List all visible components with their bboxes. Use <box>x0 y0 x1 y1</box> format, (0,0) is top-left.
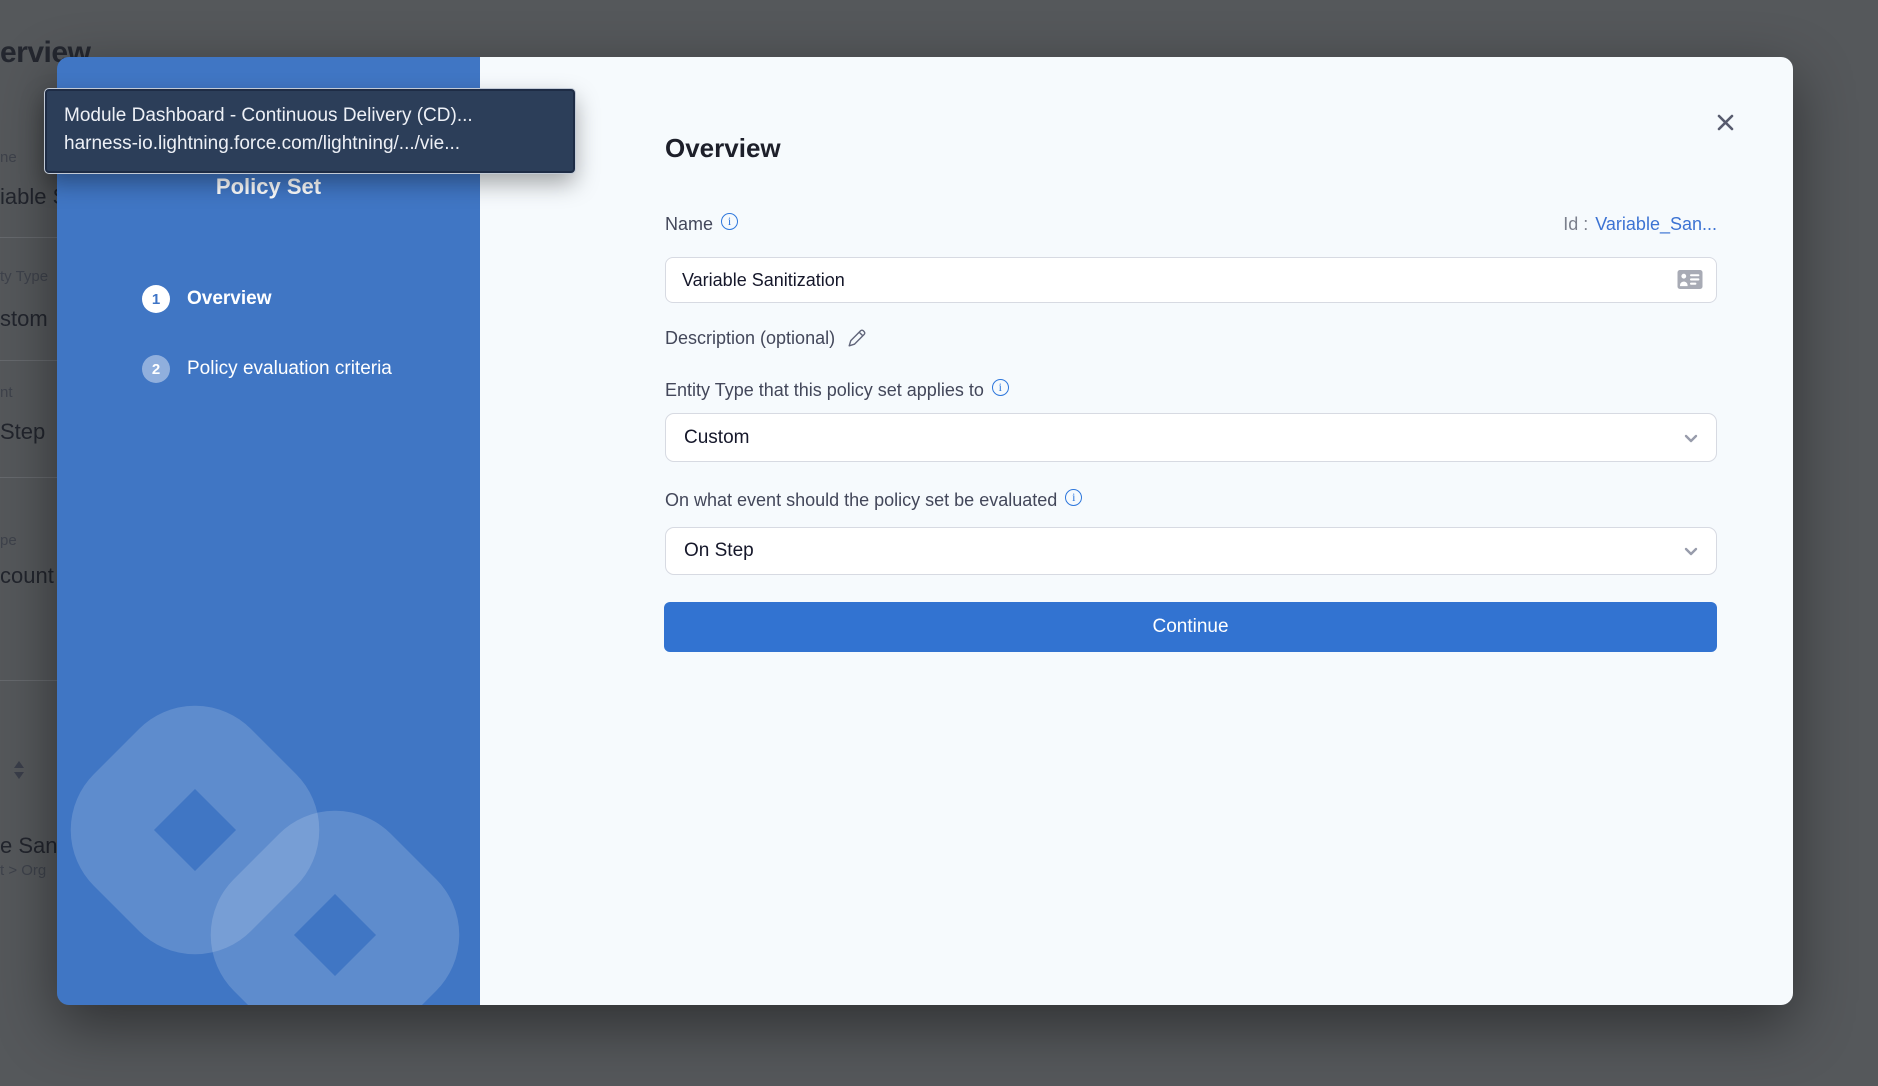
wizard-sidebar: Policy Set 1 Overview 2 Policy evaluatio… <box>57 57 480 1005</box>
event-label: On what event should the policy set be e… <box>665 490 1057 511</box>
tooltip-url: harness-io.lightning.force.com/lightning… <box>64 130 556 158</box>
overview-form-panel: Overview Name i Id : Variable_San... <box>480 57 1793 1005</box>
info-icon[interactable]: i <box>1065 489 1082 506</box>
wizard-title: Policy Set <box>57 174 480 200</box>
entity-type-select[interactable]: Custom <box>665 413 1717 462</box>
continue-button[interactable]: Continue <box>664 602 1717 652</box>
event-select[interactable]: On Step <box>665 527 1717 575</box>
info-icon[interactable]: i <box>721 213 738 230</box>
divider <box>0 477 57 478</box>
event-field-header: On what event should the policy set be e… <box>665 490 1082 511</box>
bg-field-label: nt <box>0 384 13 401</box>
bg-field-label: pe <box>0 532 17 549</box>
chevron-down-icon <box>1682 542 1700 560</box>
screen: erview ne iable S ty Type stom nt Step p… <box>0 0 1878 1086</box>
entity-type-field-header: Entity Type that this policy set applies… <box>665 380 1009 401</box>
name-field <box>665 257 1717 303</box>
description-label: Description (optional) <box>665 328 835 349</box>
close-button[interactable] <box>1708 105 1742 139</box>
pencil-icon <box>846 328 867 349</box>
sort-arrows-icon <box>13 760 25 785</box>
tooltip-title: Module Dashboard - Continuous Delivery (… <box>64 102 556 130</box>
name-field-header: Name i Id : Variable_San... <box>665 214 1717 235</box>
step-label: Policy evaluation criteria <box>187 358 392 380</box>
name-label: Name <box>665 214 713 235</box>
name-input[interactable] <box>665 257 1717 303</box>
event-value: On Step <box>684 540 754 562</box>
harness-logo-watermark <box>57 585 480 1005</box>
bg-field-value: stom <box>0 306 48 332</box>
entity-id-link[interactable]: Variable_San... <box>1595 214 1717 235</box>
wizard-step-overview[interactable]: 1 Overview <box>142 285 272 313</box>
form-heading: Overview <box>665 133 781 164</box>
entity-type-label: Entity Type that this policy set applies… <box>665 380 984 401</box>
chevron-down-icon <box>1682 429 1700 447</box>
bg-field-value: Step <box>0 419 45 445</box>
id-card-icon[interactable] <box>1677 269 1703 295</box>
step-label: Overview <box>187 288 272 310</box>
entity-id-prefix: Id : <box>1563 214 1588 235</box>
entity-type-value: Custom <box>684 427 749 449</box>
link-preview-tooltip: Module Dashboard - Continuous Delivery (… <box>45 89 575 173</box>
info-icon[interactable]: i <box>992 379 1009 396</box>
bg-field-label: ne <box>0 149 17 166</box>
close-icon <box>1715 112 1736 133</box>
edit-description-button[interactable] <box>846 328 867 349</box>
divider <box>0 237 57 238</box>
divider <box>0 680 57 681</box>
bg-row-scope-fragment: t > Org <box>0 862 46 879</box>
bg-field-label: ty Type <box>0 268 48 285</box>
wizard-step-policy-evaluation-criteria[interactable]: 2 Policy evaluation criteria <box>142 355 392 383</box>
policy-set-modal: Policy Set 1 Overview 2 Policy evaluatio… <box>57 57 1793 1005</box>
entity-id: Id : Variable_San... <box>1563 214 1717 235</box>
divider <box>0 360 57 361</box>
step-number-badge: 1 <box>142 285 170 313</box>
step-number-badge: 2 <box>142 355 170 383</box>
description-field-header: Description (optional) <box>665 328 867 349</box>
bg-row-name-fragment: e Sani <box>0 833 62 859</box>
